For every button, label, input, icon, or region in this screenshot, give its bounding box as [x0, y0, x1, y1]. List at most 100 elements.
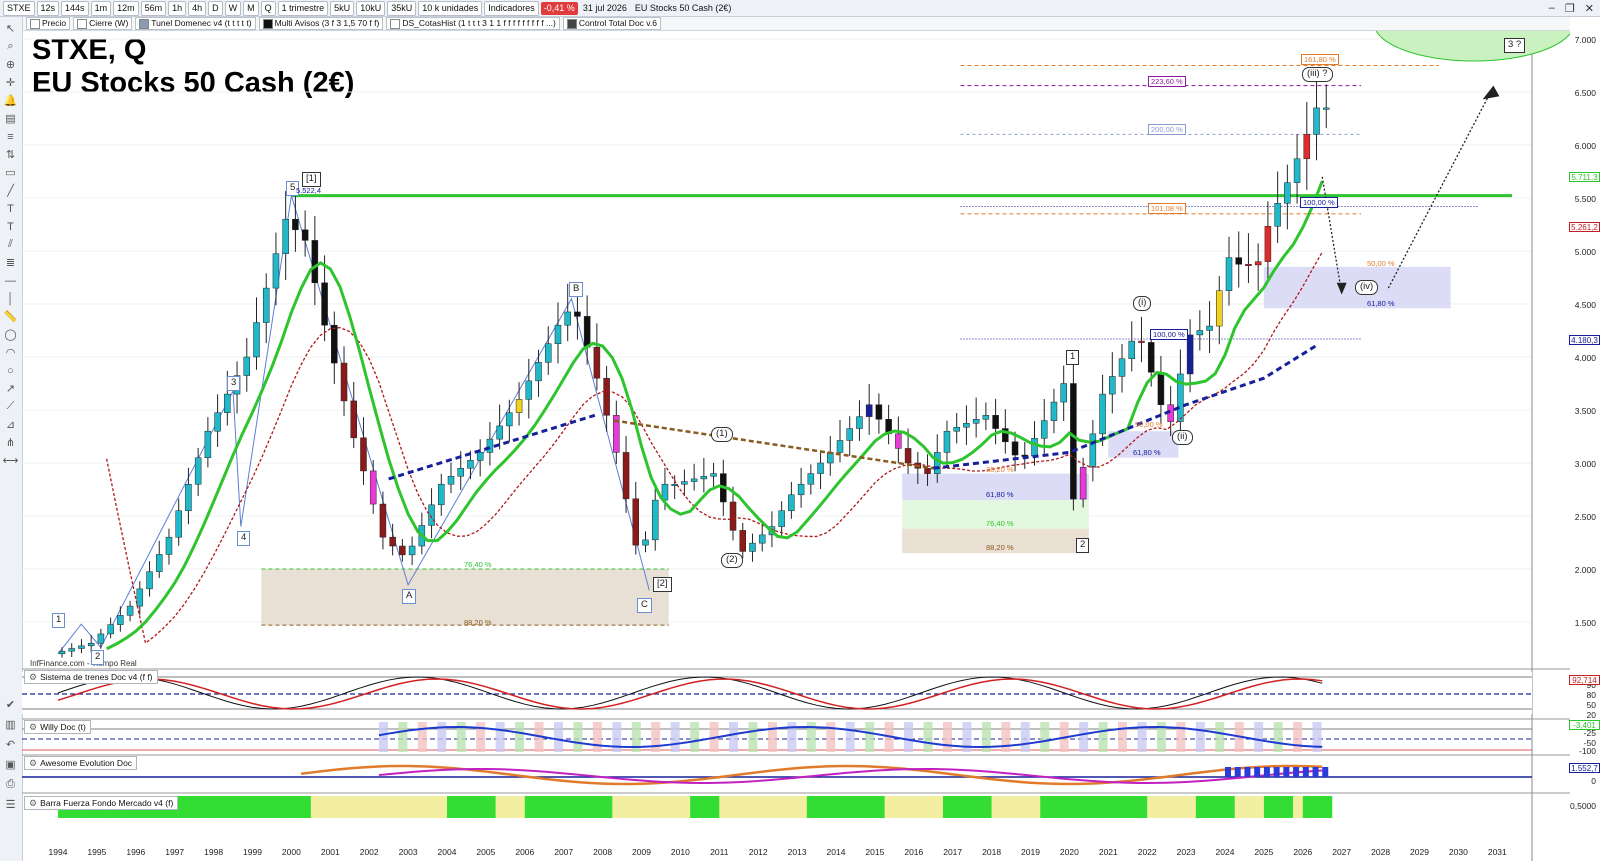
bars-icon[interactable]: ▤ [3, 111, 18, 126]
price-tag-green: 5.711,3 [1569, 172, 1600, 182]
indicator-chip-multi-avisos[interactable]: Multi Avisos (3 f 3 1,5 70 f f) [258, 17, 384, 30]
x-tick-label: 2010 [670, 847, 690, 857]
panel4-force-bar [1020, 796, 1031, 818]
fib-label-8820-a: 88,20 % [464, 618, 492, 627]
wave-label-1: 1 [52, 613, 66, 628]
arrow-icon[interactable]: ↗ [3, 381, 18, 396]
gear-icon[interactable]: ⚙ [29, 721, 37, 733]
bell-icon[interactable]: 🔔 [3, 93, 18, 108]
candle-body [1138, 340, 1145, 343]
timeframe-1m[interactable]: 1m [90, 0, 112, 16]
gear-icon[interactable]: ⚙ [29, 757, 37, 769]
measure-icon[interactable]: ⟷ [3, 453, 19, 468]
zoom-icon[interactable]: ⌕ [3, 39, 18, 54]
panel4-force-bar [515, 796, 526, 818]
text-alt-icon[interactable]: T [3, 219, 18, 234]
hline-icon[interactable]: — [3, 273, 18, 288]
timeframe-4h[interactable]: 4h [188, 0, 207, 16]
panel4-force-bar [1322, 796, 1333, 818]
timeframe-12s[interactable]: 12s [36, 0, 60, 16]
panel4-force-bar [184, 796, 195, 818]
fib-icon[interactable]: ≣ [3, 255, 18, 270]
panel4-force-bar [1166, 796, 1177, 818]
timeframe-d[interactable]: D [208, 0, 223, 16]
timeframe-12m[interactable]: 12m [113, 0, 139, 16]
panel-label-trenes[interactable]: ⚙ Sistema de trenes Doc v4 (f f) [24, 670, 158, 684]
trend-icon[interactable]: ⟋ [3, 399, 18, 414]
check-icon[interactable]: ✔ [3, 697, 18, 712]
close-icon[interactable]: ✕ [1585, 2, 1594, 15]
gann-icon[interactable]: ⊿ [3, 417, 18, 432]
panel4-force-bar [340, 796, 351, 818]
timeframe-56m[interactable]: 56m [140, 0, 167, 16]
volume-35ku[interactable]: 35kU [387, 0, 417, 16]
candle-body [399, 545, 406, 556]
indicator-chip-tunel[interactable]: Tunel Domenec v4 (t t t t t) [135, 17, 256, 30]
timeframe-144s[interactable]: 144s [61, 0, 89, 16]
x-tick-label: 1998 [204, 847, 224, 857]
panel-label-willy[interactable]: ⚙ Willy Doc (t) [24, 720, 91, 734]
rect-icon[interactable]: ▭ [3, 165, 18, 180]
undo-icon[interactable]: ↶ [3, 737, 18, 752]
panel2-band [553, 722, 563, 752]
x-tick-label: 2023 [1176, 847, 1196, 857]
panel4-force-bar [466, 796, 477, 818]
zoom-area-icon[interactable]: ⊕ [3, 57, 18, 72]
restore-icon[interactable]: ❐ [1565, 2, 1575, 15]
candle-body [749, 542, 756, 552]
text-icon[interactable]: T [3, 201, 18, 216]
timeframe-m[interactable]: M [243, 0, 259, 16]
candle-body [651, 499, 659, 541]
crosshair-icon[interactable]: ✛ [3, 75, 18, 90]
circle-icon[interactable]: ○ [3, 363, 18, 378]
line-icon[interactable]: ╱ [3, 183, 18, 198]
indicator-chip-cierre[interactable]: Cierre (W) [73, 17, 133, 30]
candle-body [710, 473, 717, 477]
candle-body [739, 530, 746, 552]
x-tick-label: 2006 [515, 847, 535, 857]
volume-5ku[interactable]: 5kU [330, 0, 355, 16]
layers-icon[interactable]: ☰ [3, 797, 18, 812]
indicator-chip-cotashist[interactable]: DS_CotasHist (1 t t t 3 1 1 f f f f f f … [386, 17, 560, 30]
wave-label-4: 4 [237, 531, 251, 546]
indicator-label: Precio [42, 18, 67, 28]
sort-icon[interactable]: ⇅ [3, 147, 18, 162]
panel2-band [398, 722, 408, 752]
period-selector[interactable]: 1 trimestre [277, 0, 329, 16]
panel2-band [495, 722, 505, 752]
panel2-band [923, 722, 933, 752]
timeframe-w[interactable]: W [224, 0, 242, 16]
timeframe-1h[interactable]: 1h [168, 0, 187, 16]
candle-body [126, 605, 134, 616]
panel4-force-bar [233, 796, 244, 818]
volume-10ku[interactable]: 10kU [356, 0, 386, 16]
panel4-force-bar [894, 796, 905, 818]
candle-body [331, 324, 338, 364]
ruler-icon[interactable]: 📏 [3, 309, 18, 324]
candle-body [515, 399, 523, 413]
pitchfork-icon[interactable]: ⋔ [3, 435, 18, 450]
gear-icon[interactable]: ⚙ [29, 797, 37, 809]
ellipse-icon[interactable]: ◯ [3, 327, 18, 342]
stack-icon[interactable]: ≡ [3, 129, 18, 144]
panel-label-awesome[interactable]: ⚙ Awesome Evolution Doc [24, 756, 138, 770]
indicators-menu[interactable]: Indicadores [484, 0, 539, 16]
gear-icon[interactable]: ⚙ [29, 671, 37, 683]
panel-label-barra[interactable]: ⚙ Barra Fuerza Fondo Mercado v4 (f) [24, 796, 179, 810]
symbol-selector[interactable]: STXE [3, 0, 35, 16]
minimize-icon[interactable]: – [1549, 2, 1555, 15]
chart-mini-icon[interactable]: ▥ [3, 717, 18, 732]
units-selector[interactable]: 10 k unidades [418, 0, 483, 16]
indicator-chip-precio[interactable]: Precio [26, 17, 71, 30]
channel-icon[interactable]: ⫽ [3, 237, 18, 252]
candle-body [1031, 438, 1038, 457]
candle-body [1011, 441, 1019, 456]
indicator-chip-control-total[interactable]: Control Total Doc v.6 [562, 17, 661, 30]
vline-icon[interactable]: │ [3, 291, 18, 306]
price-chart[interactable] [22, 31, 1570, 861]
pointer-icon[interactable]: ↖ [3, 21, 18, 36]
folder-icon[interactable]: ▣ [3, 757, 18, 772]
print-icon[interactable]: ⎙ [3, 777, 18, 792]
timeframe-q[interactable]: Q [260, 0, 276, 16]
arc-icon[interactable]: ◠ [3, 345, 18, 360]
